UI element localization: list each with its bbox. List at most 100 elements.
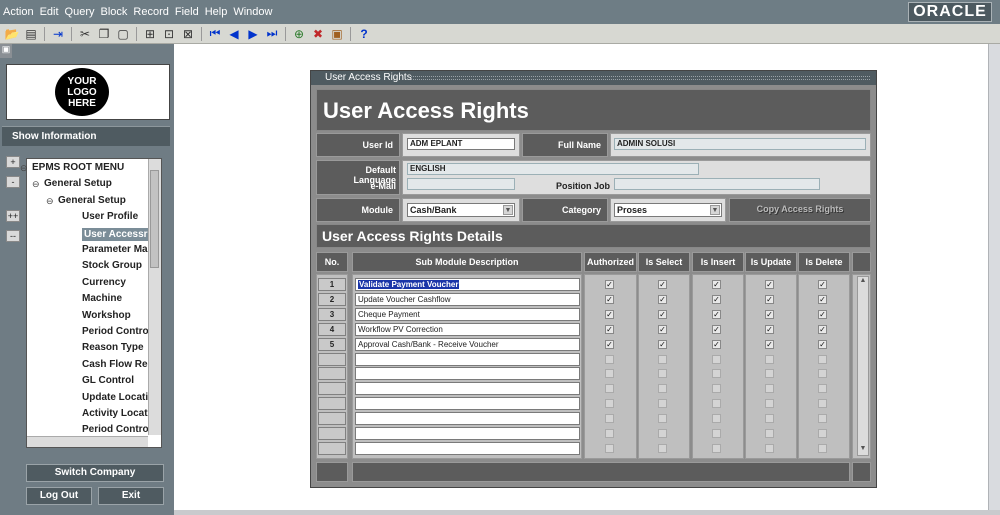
tree-item[interactable]: Currency (82, 277, 126, 288)
module-select[interactable]: Cash/Bank ▼ (407, 203, 515, 217)
paste-icon[interactable]: ▢ (115, 26, 131, 42)
collapse-all-button[interactable]: -- (6, 230, 20, 242)
authorized-checkbox[interactable] (605, 354, 614, 364)
row-number-button[interactable]: 2 (318, 292, 346, 306)
is-update-checkbox[interactable] (765, 399, 774, 409)
authorized-checkbox[interactable]: ✓ (605, 339, 614, 349)
chevron-down-icon[interactable]: ▼ (710, 205, 720, 215)
tree-item[interactable]: EPMS ROOT MENU (32, 162, 124, 173)
menu-query[interactable]: Query (62, 6, 98, 18)
is-delete-checkbox[interactable] (818, 384, 827, 394)
is-insert-checkbox[interactable] (712, 443, 721, 453)
is-update-checkbox[interactable] (765, 443, 774, 453)
copy-icon[interactable]: ❐ (96, 26, 112, 42)
sub-module-description-field[interactable]: Workflow PV Correction (355, 322, 580, 336)
is-select-checkbox[interactable]: ✓ (658, 294, 667, 304)
tree-item[interactable]: Stock Group (82, 260, 142, 271)
is-insert-checkbox[interactable] (712, 429, 721, 438)
is-delete-checkbox[interactable]: ✓ (818, 324, 827, 334)
is-update-checkbox[interactable] (765, 354, 774, 364)
is-update-checkbox[interactable] (765, 384, 774, 394)
window-menu-icon[interactable]: ▣ (0, 44, 12, 58)
is-insert-checkbox[interactable] (712, 414, 721, 424)
authorized-checkbox[interactable] (605, 443, 614, 453)
main-vertical-scrollbar[interactable] (988, 44, 1000, 512)
insert-record-icon[interactable]: ⊕ (291, 26, 307, 42)
log-out-button[interactable]: Log Out (26, 487, 92, 505)
collapse-icon[interactable]: ⊖ (46, 196, 54, 207)
is-update-checkbox[interactable] (765, 414, 774, 424)
tree-item[interactable]: General Setup (44, 178, 112, 189)
is-insert-checkbox[interactable]: ✓ (712, 339, 721, 349)
switch-company-button[interactable]: Switch Company (26, 464, 164, 482)
sub-module-description-field[interactable]: Validate Payment Voucher (355, 278, 580, 291)
is-insert-checkbox[interactable] (712, 369, 721, 379)
help-icon[interactable]: ? (356, 26, 372, 42)
is-update-checkbox[interactable]: ✓ (765, 280, 774, 289)
is-delete-checkbox[interactable]: ✓ (818, 280, 827, 289)
menu-action[interactable]: Action (0, 6, 37, 18)
row-number-button[interactable] (318, 427, 346, 440)
lock-record-icon[interactable]: ▣ (329, 26, 345, 42)
sub-module-description-field[interactable] (355, 427, 580, 440)
sub-module-description-field[interactable] (355, 352, 580, 366)
expand-all-button[interactable]: ++ (6, 210, 20, 222)
tree-item[interactable]: Activity Locatio (82, 408, 149, 419)
is-update-checkbox[interactable] (765, 369, 774, 379)
is-select-checkbox[interactable]: ✓ (658, 324, 667, 334)
default-language-field[interactable]: ENGLISH (407, 163, 699, 175)
chevron-down-icon[interactable]: ▼ (503, 205, 513, 215)
is-update-checkbox[interactable]: ✓ (765, 339, 774, 349)
query-icon[interactable]: ⊞ (142, 26, 158, 42)
position-job-field[interactable] (614, 178, 820, 190)
tree-item[interactable]: GL Control (82, 375, 134, 386)
is-insert-checkbox[interactable] (712, 384, 721, 394)
scroll-down-icon[interactable]: ▼ (858, 445, 868, 455)
copy-access-rights-button[interactable]: Copy Access Rights (729, 198, 871, 222)
is-select-checkbox[interactable]: ✓ (658, 309, 667, 319)
is-delete-checkbox[interactable]: ✓ (818, 339, 827, 349)
collapse-icon[interactable]: ⊖ (32, 179, 40, 190)
sub-module-description-field[interactable] (355, 397, 580, 411)
sub-module-description-field[interactable] (355, 382, 580, 396)
authorized-checkbox[interactable] (605, 414, 614, 424)
tree-item[interactable]: Period Control C (82, 424, 149, 435)
execute-query-icon[interactable]: ⊡ (161, 26, 177, 42)
is-delete-checkbox[interactable] (818, 414, 827, 424)
is-delete-checkbox[interactable] (818, 443, 827, 453)
last-record-icon[interactable]: ⏭ (264, 26, 280, 42)
show-information-header[interactable]: Show Information (2, 126, 170, 146)
cancel-query-icon[interactable]: ⊠ (180, 26, 196, 42)
sub-module-description-field[interactable] (355, 412, 580, 426)
is-select-checkbox[interactable] (658, 369, 667, 379)
menu-window[interactable]: Window (230, 6, 275, 18)
is-update-checkbox[interactable]: ✓ (765, 324, 774, 334)
is-select-checkbox[interactable] (658, 384, 667, 394)
is-update-checkbox[interactable]: ✓ (765, 309, 774, 319)
collapse-icon[interactable]: ⊖ (20, 163, 28, 174)
authorized-checkbox[interactable] (605, 384, 614, 394)
authorized-checkbox[interactable] (605, 369, 614, 379)
is-delete-checkbox[interactable]: ✓ (818, 309, 827, 319)
row-number-button[interactable]: 3 (318, 307, 346, 321)
is-delete-checkbox[interactable]: ✓ (818, 294, 827, 304)
print-icon[interactable]: ▤ (23, 26, 39, 42)
tree-item[interactable]: User Profile (82, 211, 138, 222)
tree-item[interactable]: Parameter Mast (82, 244, 149, 255)
menu-field[interactable]: Field (172, 6, 202, 18)
row-number-button[interactable]: 1 (318, 278, 346, 291)
row-number-button[interactable]: 4 (318, 322, 346, 336)
tree-horizontal-scrollbar[interactable] (27, 436, 148, 447)
sub-module-description-field[interactable]: Cheque Payment (355, 307, 580, 321)
category-select[interactable]: Proses ▼ (614, 203, 722, 217)
row-number-button[interactable] (318, 397, 346, 411)
authorized-checkbox[interactable] (605, 429, 614, 438)
authorized-checkbox[interactable]: ✓ (605, 280, 614, 289)
tree-item[interactable]: Workshop (82, 310, 131, 321)
tree-item[interactable]: User Accessrig (82, 227, 149, 241)
tree-item[interactable]: Cash Flow Repo (82, 359, 149, 370)
is-select-checkbox[interactable] (658, 354, 667, 364)
expand-button[interactable]: + (6, 156, 20, 168)
cut-icon[interactable]: ✂ (77, 26, 93, 42)
row-number-button[interactable] (318, 382, 346, 396)
